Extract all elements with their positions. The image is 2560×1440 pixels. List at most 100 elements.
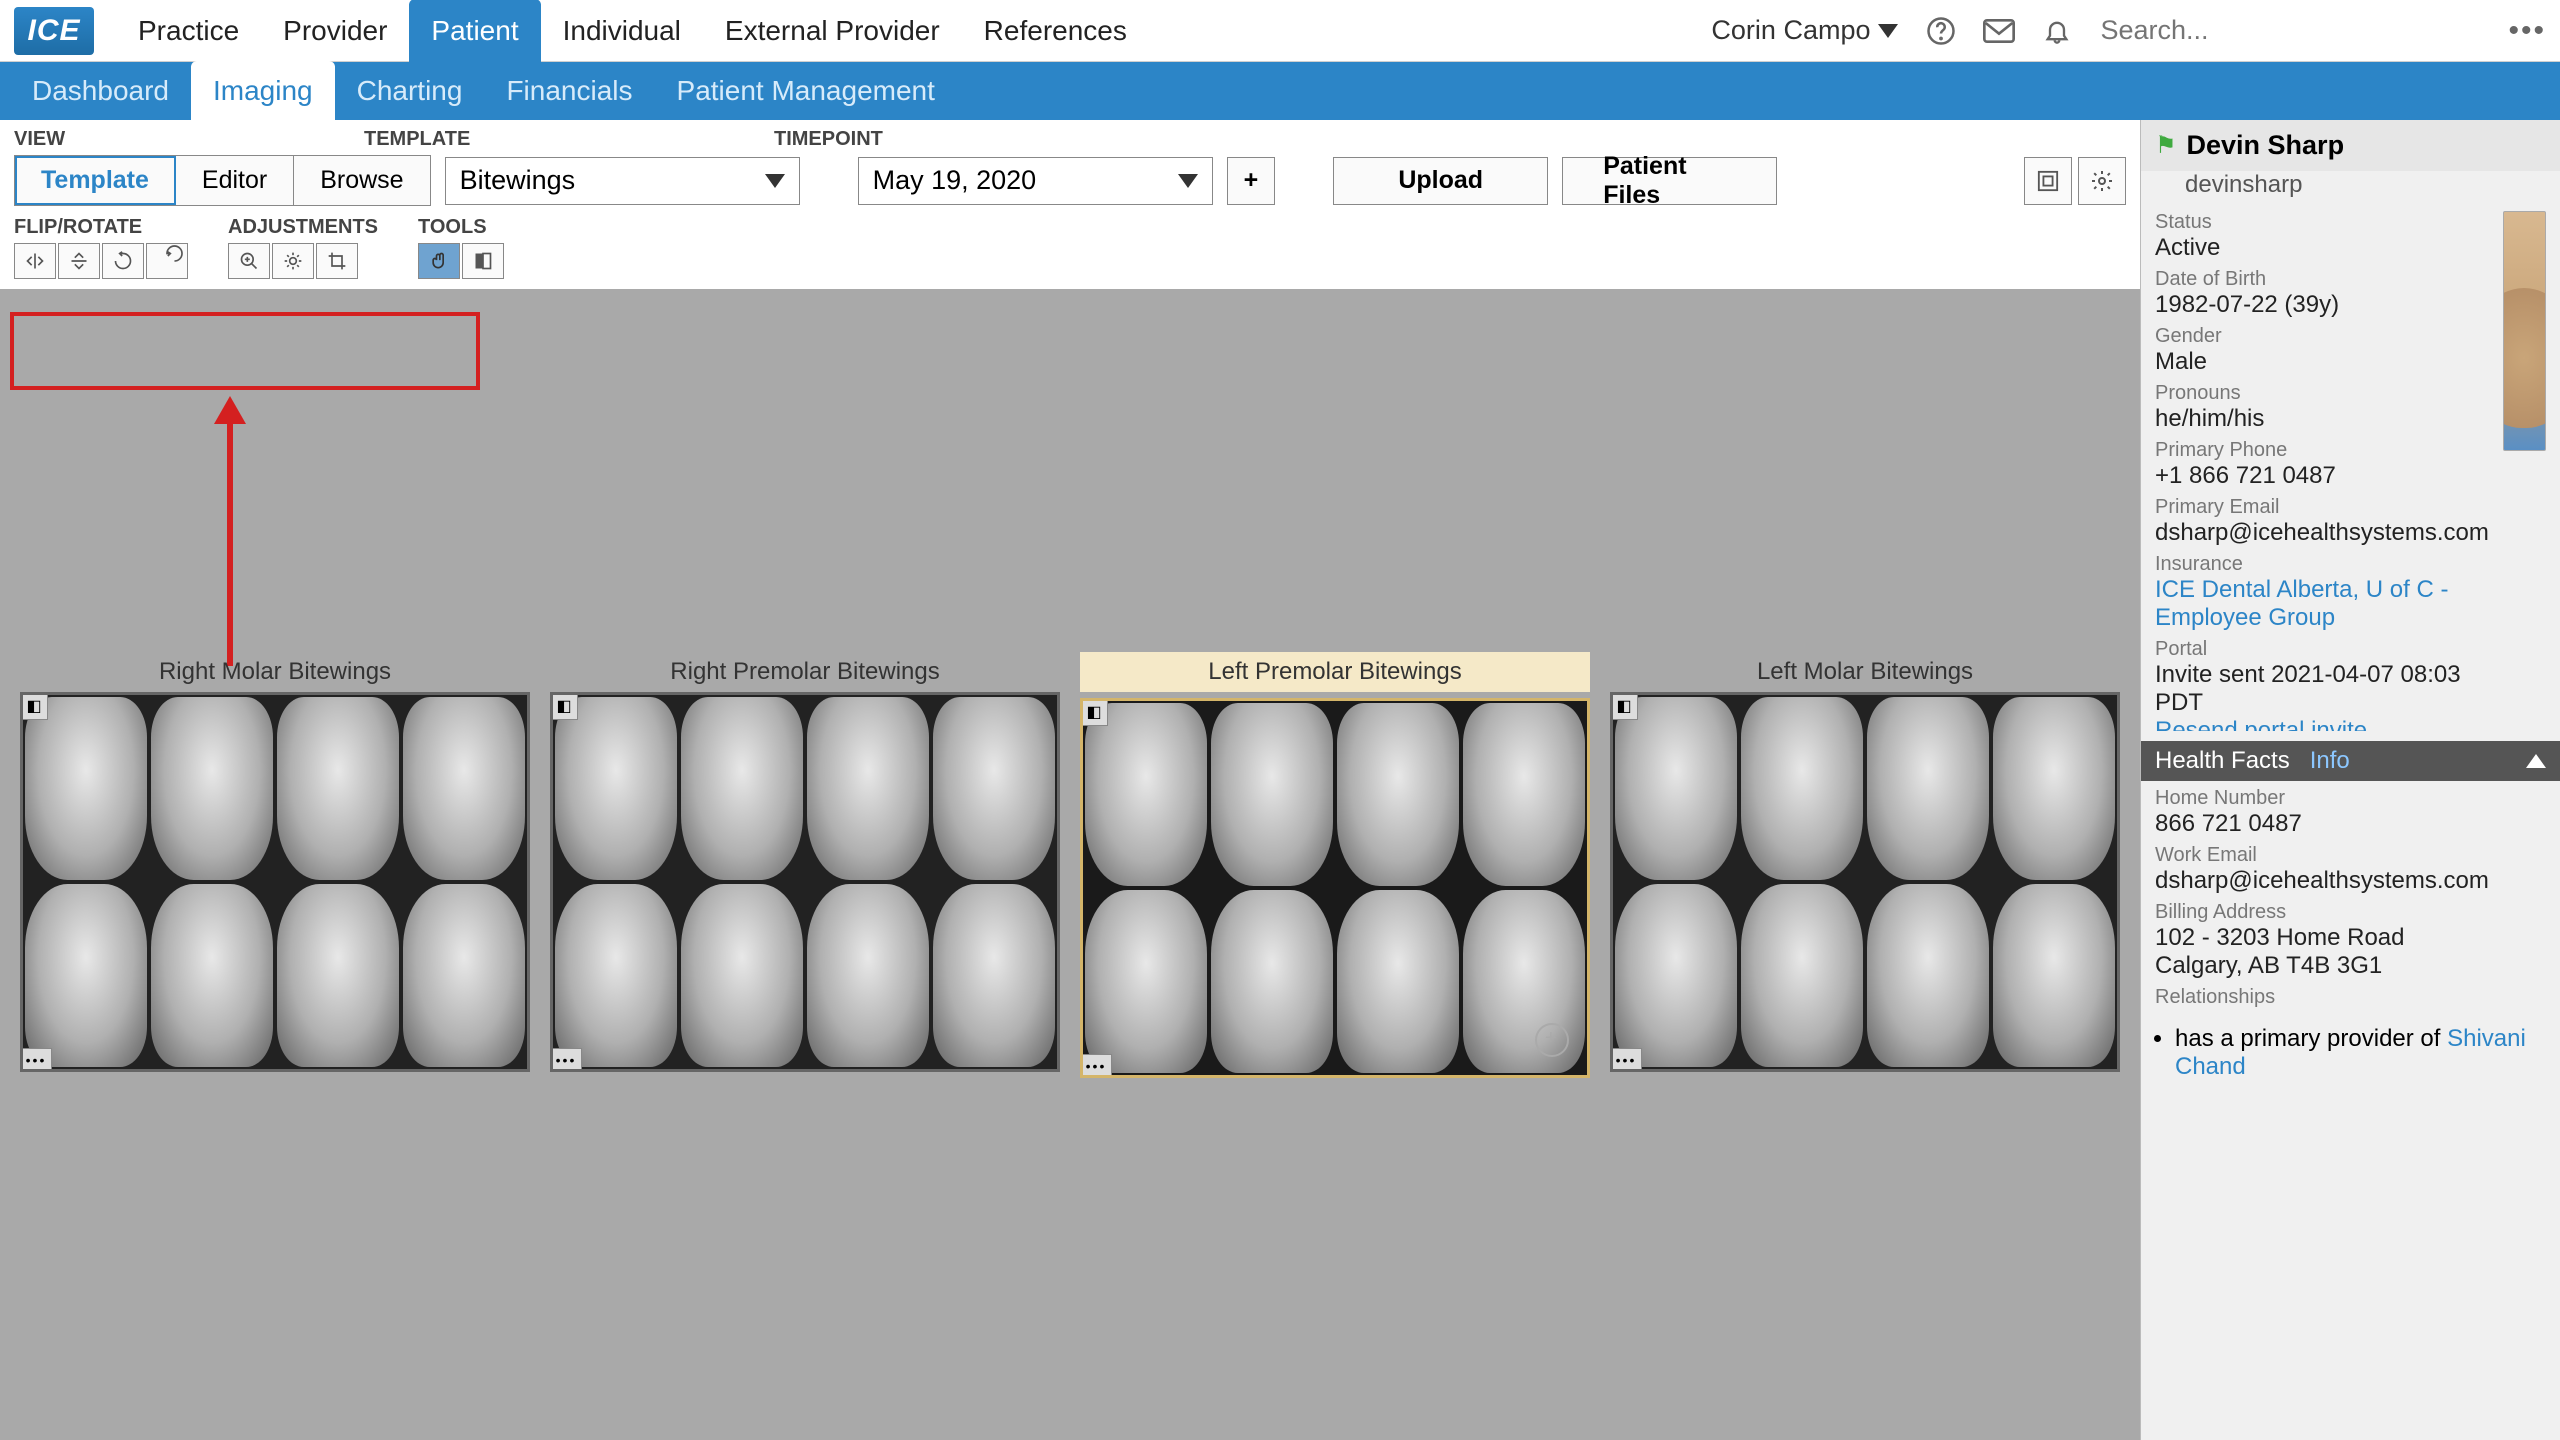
- email-value: dsharp@icehealthsystems.com: [2155, 519, 2489, 547]
- dob-label: Date of Birth: [2155, 268, 2489, 291]
- health-facts-tab[interactable]: Health Facts: [2155, 747, 2290, 775]
- zoom-cursor-icon: [1535, 1023, 1569, 1057]
- pan-button[interactable]: [418, 243, 460, 279]
- rotate-left-button[interactable]: [102, 243, 144, 279]
- user-name: Corin Campo: [1711, 15, 1870, 46]
- xray-corner-icon[interactable]: ◧: [1610, 692, 1638, 720]
- xray-title: Right Molar Bitewings: [159, 658, 391, 686]
- patient-username: devinsharp: [2141, 171, 2560, 207]
- view-editor[interactable]: Editor: [176, 156, 294, 205]
- timepoint-dropdown[interactable]: May 19, 2020: [858, 157, 1213, 205]
- bell-icon[interactable]: [2042, 16, 2072, 46]
- topnav-practice[interactable]: Practice: [116, 0, 261, 63]
- xray-slot-2[interactable]: Left Premolar Bitewings◧•••: [1080, 652, 1590, 1078]
- portal-label: Portal: [2155, 638, 2489, 661]
- relationships-list: has a primary provider of Shivani Chand: [2141, 1015, 2560, 1091]
- caret-down-icon: [1178, 174, 1198, 188]
- view-browse[interactable]: Browse: [294, 156, 429, 205]
- topbar-right: Corin Campo •••: [1711, 14, 2546, 48]
- body: VIEW TEMPLATE TIMEPOINT TemplateEditorBr…: [0, 120, 2560, 1440]
- xray-corner-icon[interactable]: ◧: [20, 692, 48, 720]
- billing-value-2: Calgary, AB T4B 3G1: [2155, 952, 2546, 980]
- home-value: 866 721 0487: [2155, 810, 2546, 838]
- help-icon[interactable]: [1926, 16, 1956, 46]
- workemail-label: Work Email: [2155, 844, 2546, 867]
- pronouns-label: Pronouns: [2155, 382, 2489, 405]
- adjust-label: ADJUSTMENTS: [228, 216, 378, 239]
- settings-icon-button[interactable]: [2078, 157, 2126, 205]
- subnav-patient-management[interactable]: Patient Management: [655, 61, 957, 121]
- xray-menu-icon[interactable]: •••: [550, 1048, 582, 1072]
- topnav-provider[interactable]: Provider: [261, 0, 409, 63]
- contrast-button[interactable]: [462, 243, 504, 279]
- logo: ICE: [14, 7, 94, 55]
- xray-menu-icon[interactable]: •••: [1080, 1054, 1112, 1078]
- xray-menu-icon[interactable]: •••: [1610, 1048, 1642, 1072]
- caret-down-icon: [765, 174, 785, 188]
- add-timepoint-button[interactable]: +: [1227, 157, 1276, 205]
- template-value: Bitewings: [460, 165, 576, 196]
- insurance-label: Insurance: [2155, 553, 2489, 576]
- zoom-button[interactable]: [228, 243, 270, 279]
- xray-slot-3[interactable]: Left Molar Bitewings ◧ •••: [1610, 658, 2120, 1072]
- upload-button[interactable]: Upload: [1333, 157, 1548, 205]
- phone-label: Primary Phone: [2155, 439, 2489, 462]
- flag-icon: ⚑: [2155, 131, 2177, 160]
- main-panel: VIEW TEMPLATE TIMEPOINT TemplateEditorBr…: [0, 120, 2140, 1440]
- billing-value-1: 102 - 3203 Home Road: [2155, 924, 2546, 952]
- xray-image[interactable]: ◧ •••: [550, 692, 1060, 1072]
- topnav-individual[interactable]: Individual: [541, 0, 703, 63]
- xray-image[interactable]: ◧ •••: [20, 692, 530, 1072]
- imaging-toolbar: VIEW TEMPLATE TIMEPOINT TemplateEditorBr…: [0, 120, 2140, 289]
- patient-header: ⚑ Devin Sharp: [2141, 120, 2560, 171]
- toolbar-labels-row: VIEW TEMPLATE TIMEPOINT: [14, 128, 2126, 151]
- xray-slot-1[interactable]: Right Premolar Bitewings◧•••: [550, 658, 1060, 1072]
- subnav-imaging[interactable]: Imaging: [191, 61, 335, 121]
- top-nav: PracticeProviderPatientIndividualExterna…: [116, 0, 1149, 63]
- view-template[interactable]: Template: [15, 156, 176, 205]
- xray-menu-icon[interactable]: •••: [20, 1048, 52, 1072]
- home-label: Home Number: [2155, 787, 2546, 810]
- xray-slot-0[interactable]: Right Molar Bitewings ◧ •••: [20, 658, 530, 1072]
- flip-horizontal-button[interactable]: [14, 243, 56, 279]
- patient-info-block: Status Active Date of Birth 1982-07-22 (…: [2141, 207, 2560, 741]
- topnav-external-provider[interactable]: External Provider: [703, 0, 962, 63]
- app-root: ICE PracticeProviderPatientIndividualExt…: [0, 0, 2560, 1440]
- xray-image[interactable]: ◧ •••: [1080, 698, 1590, 1078]
- subnav-financials[interactable]: Financials: [484, 61, 654, 121]
- crop-button[interactable]: [316, 243, 358, 279]
- mail-icon[interactable]: [1984, 16, 2014, 46]
- timepoint-value: May 19, 2020: [873, 165, 1037, 196]
- toolbar-controls-row: TemplateEditorBrowse Bitewings May 19, 2…: [14, 155, 2126, 206]
- xray-title: Left Molar Bitewings: [1757, 658, 1973, 686]
- portal-value: Invite sent 2021-04-07 08:03 PDT: [2155, 661, 2489, 717]
- xray-corner-icon[interactable]: ◧: [1080, 698, 1108, 726]
- brightness-button[interactable]: [272, 243, 314, 279]
- flip-vertical-button[interactable]: [58, 243, 100, 279]
- subnav-charting[interactable]: Charting: [335, 61, 485, 121]
- subnav-dashboard[interactable]: Dashboard: [10, 61, 191, 121]
- search-input[interactable]: [2100, 15, 2480, 46]
- info-tab[interactable]: Info: [2310, 747, 2350, 775]
- dob-value: 1982-07-22 (39y): [2155, 291, 2489, 319]
- topnav-patient[interactable]: Patient: [409, 0, 540, 63]
- view-label: VIEW: [14, 128, 74, 151]
- portal-resend-link[interactable]: Resend portal invite: [2155, 717, 2489, 731]
- xray-corner-icon[interactable]: ◧: [550, 692, 578, 720]
- template-dropdown[interactable]: Bitewings: [445, 157, 800, 205]
- patient-files-button[interactable]: Patient Files: [1562, 157, 1777, 205]
- timepoint-label: TIMEPOINT: [774, 128, 883, 151]
- health-facts-bar[interactable]: Health Facts Info: [2141, 741, 2560, 781]
- email-label: Primary Email: [2155, 496, 2489, 519]
- rel-prefix: has a primary provider of: [2175, 1025, 2447, 1052]
- more-icon[interactable]: •••: [2508, 14, 2546, 48]
- layout-icon-button[interactable]: [2024, 157, 2072, 205]
- template-label: TEMPLATE: [364, 128, 464, 151]
- xray-image[interactable]: ◧ •••: [1610, 692, 2120, 1072]
- topnav-references[interactable]: References: [962, 0, 1149, 63]
- user-dropdown[interactable]: Corin Campo: [1711, 15, 1898, 46]
- rotate-right-button[interactable]: [146, 243, 188, 279]
- insurance-link[interactable]: ICE Dental Alberta, U of C - Employee Gr…: [2155, 576, 2489, 632]
- triangle-up-icon: [2526, 754, 2546, 768]
- view-segment: TemplateEditorBrowse: [14, 155, 431, 206]
